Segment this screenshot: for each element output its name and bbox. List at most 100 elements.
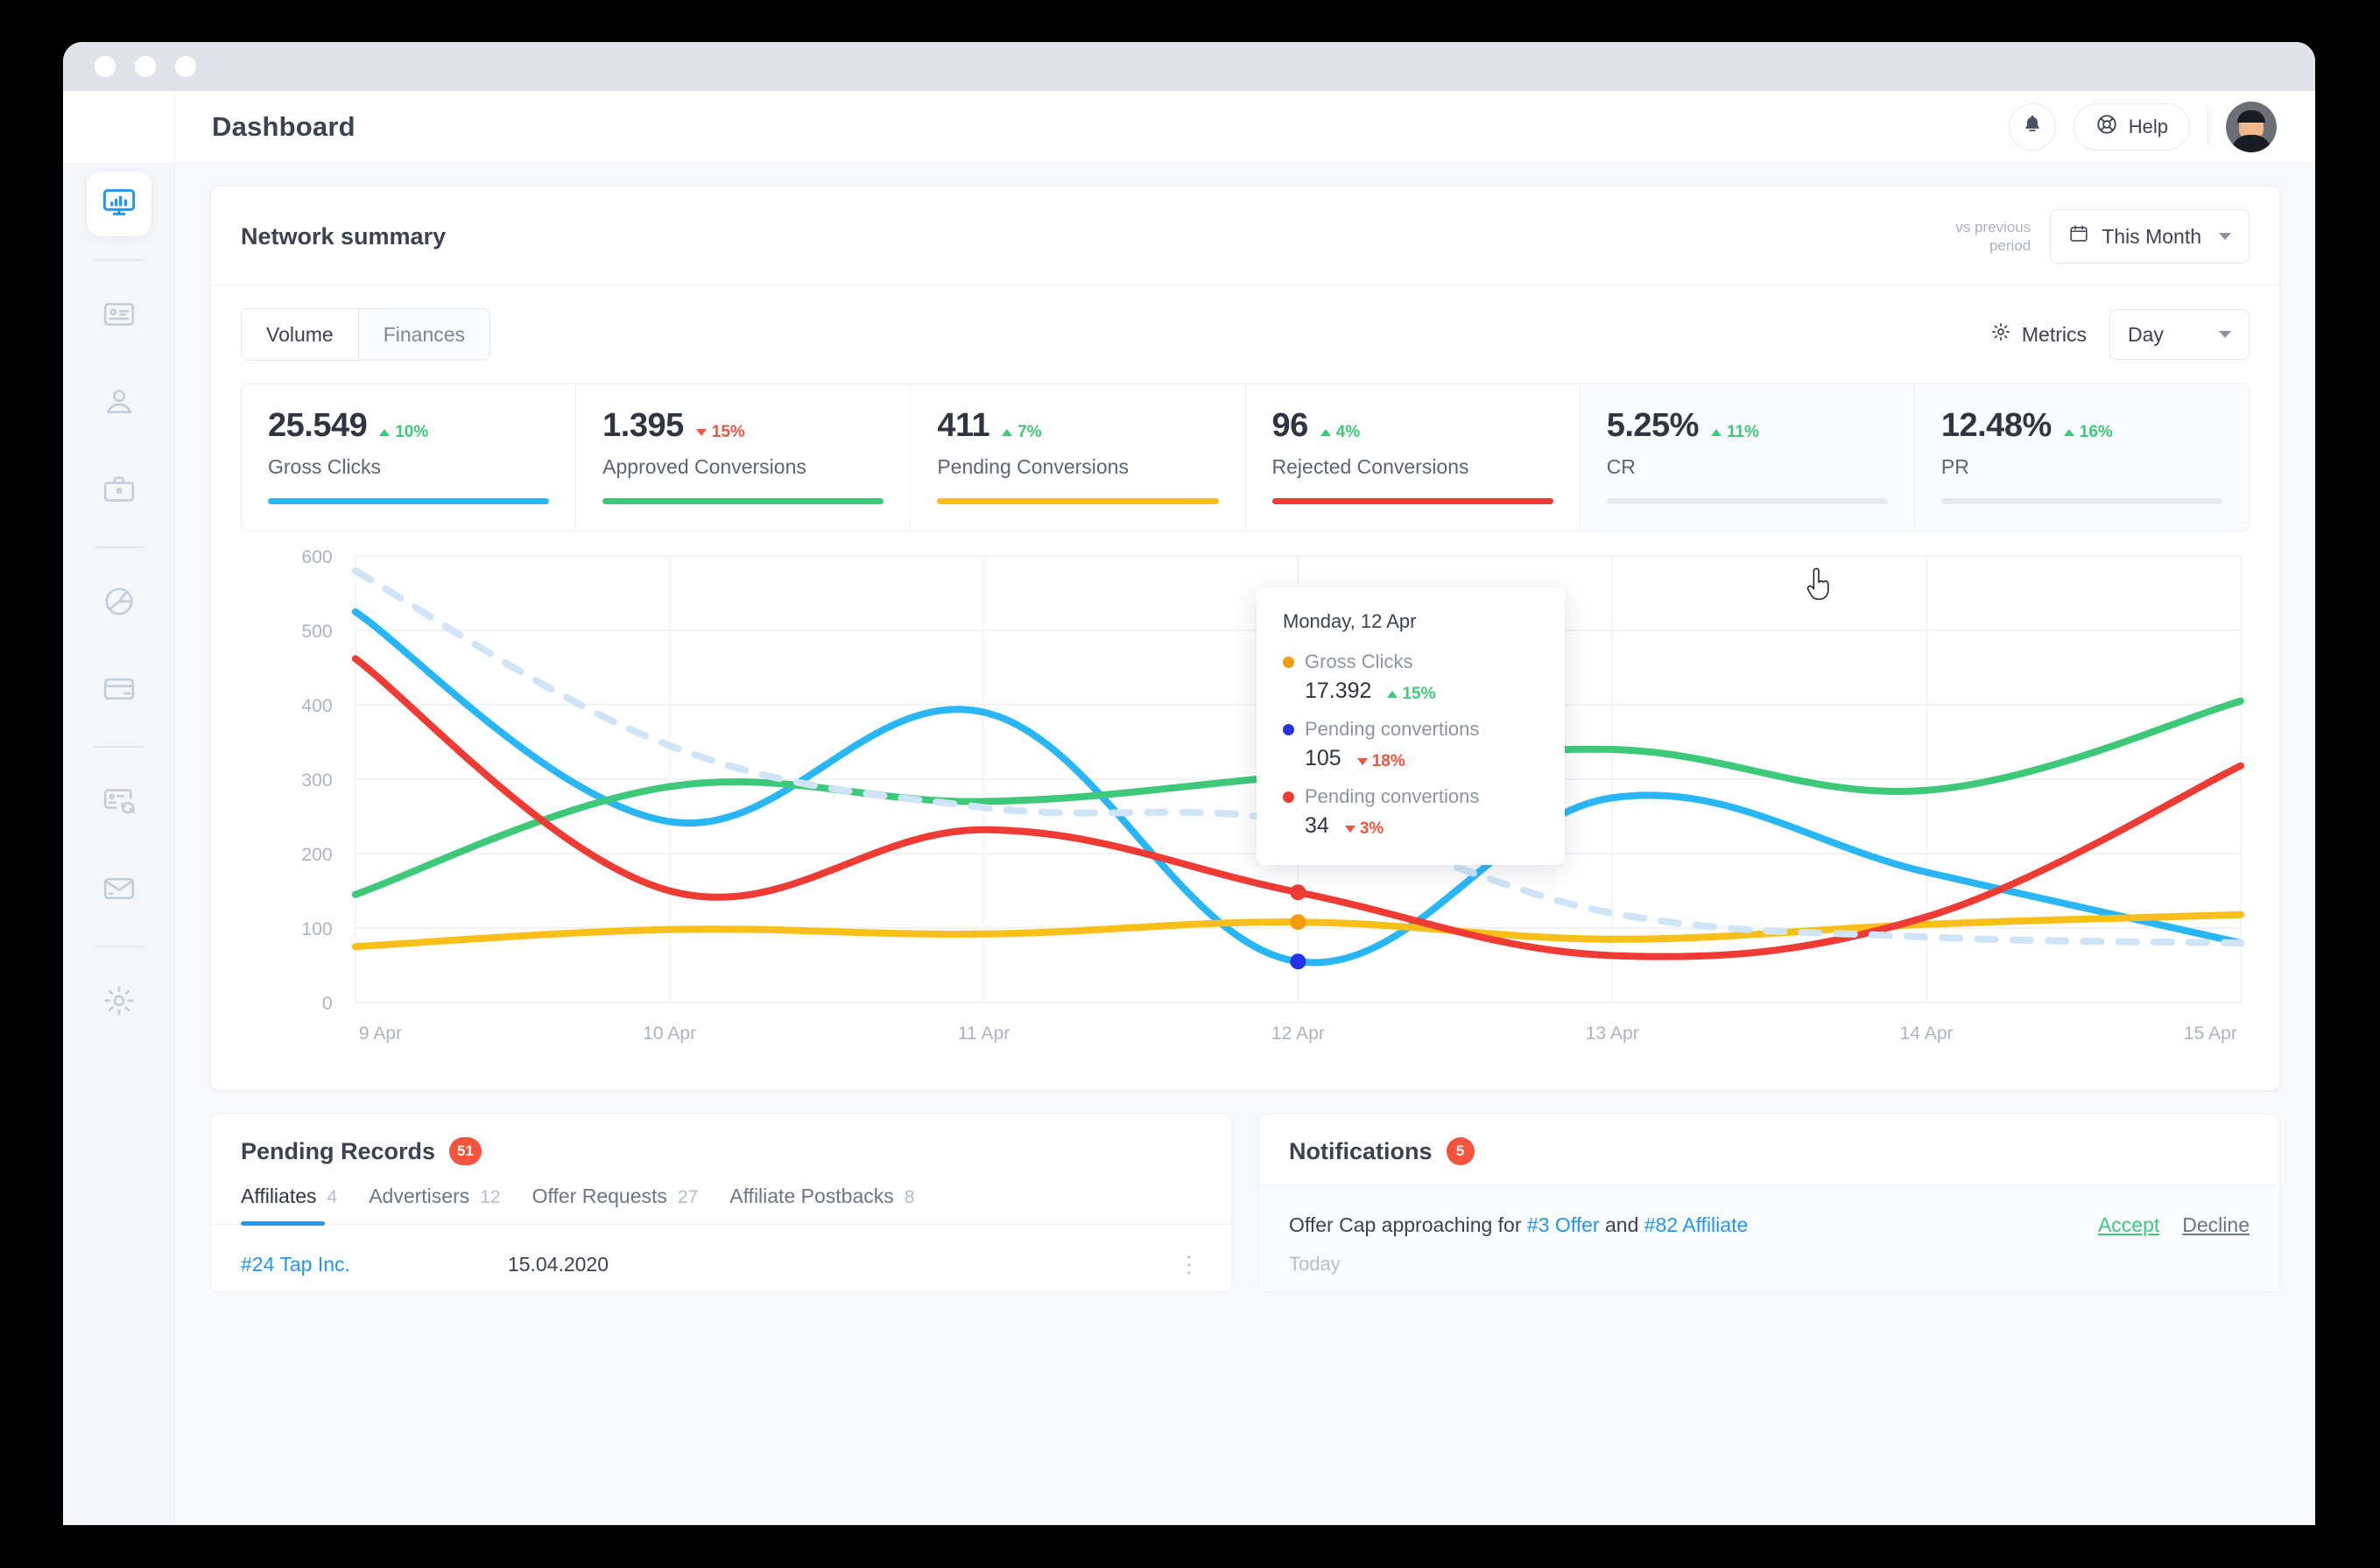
kpi-delta: 4%: [1320, 423, 1360, 442]
tooltip-delta: 15%: [1387, 685, 1436, 704]
table-row[interactable]: #24 Tap Inc. 15.04.2020 ⋮: [211, 1225, 1231, 1278]
app-window: Dashboard Help Network summary vs previo…: [63, 42, 2315, 1525]
kpi-color-bar: [1271, 498, 1553, 504]
id-card-icon: [102, 297, 137, 336]
topbar-actions: Help: [2008, 101, 2277, 152]
dashboard-monitor-icon: [102, 185, 137, 224]
kpi-card-approved-conversions[interactable]: 1.395 15% Approved Conversions: [576, 384, 912, 531]
arrow-down-icon: [1356, 758, 1368, 765]
notifications-badge: 5: [1446, 1137, 1475, 1165]
volume-finances-toggle: Volume Finances: [241, 308, 491, 361]
tab-finances[interactable]: Finances: [357, 309, 490, 360]
series-dot-icon: [1283, 723, 1294, 735]
mail-icon: [102, 871, 137, 911]
svg-text:14 Apr: 14 Apr: [1900, 1023, 1954, 1044]
content-area: Network summary vs previous period This …: [175, 163, 2315, 1525]
tooltip-value: 17.392: [1305, 679, 1372, 703]
network-summary-title: Network summary: [241, 222, 447, 250]
period-select-label: This Month: [2102, 224, 2201, 248]
accept-button[interactable]: Accept: [2098, 1213, 2159, 1237]
network-summary-header-actions: vs previous period This Month: [1955, 209, 2250, 264]
kpi-card-rejected-conversions[interactable]: 96 4% Rejected Conversions: [1246, 384, 1581, 531]
arrow-up-icon: [2063, 429, 2074, 436]
chevron-down-icon: [2219, 233, 2231, 240]
tooltip-row: Gross Clicks 17.392 15%: [1283, 650, 1539, 704]
kebab-menu-icon[interactable]: ⋮: [1178, 1251, 1201, 1278]
tooltip-value: 105: [1305, 746, 1341, 770]
tooltip-series-name: Pending convertions: [1283, 785, 1539, 808]
notification-time: Today: [1289, 1253, 1341, 1275]
affiliate-link[interactable]: #82 Affiliate: [1644, 1213, 1749, 1236]
offer-link[interactable]: #3 Offer: [1527, 1213, 1600, 1236]
sidebar-item-statistics[interactable]: [87, 571, 151, 636]
svg-text:400: 400: [301, 696, 332, 716]
topbar: Dashboard Help: [175, 91, 2315, 163]
notifications-title: Notifications: [1289, 1137, 1433, 1164]
window-minimize-button[interactable]: [135, 56, 156, 77]
series-dot-icon: [1283, 791, 1294, 803]
kpi-delta: 7%: [1002, 423, 1042, 442]
help-button[interactable]: Help: [2073, 102, 2190, 151]
notifications-header: Notifications 5: [1259, 1114, 2279, 1185]
arrow-down-icon: [695, 429, 707, 436]
sidebar-item-id-card[interactable]: [87, 284, 151, 348]
svg-text:600: 600: [301, 547, 332, 567]
kpi-color-bar: [268, 498, 550, 504]
granularity-label: Day: [2128, 322, 2164, 346]
kpi-delta: 11%: [1710, 423, 1759, 442]
sidebar-item-advertisers[interactable]: [87, 459, 151, 524]
record-name-link[interactable]: #24 Tap Inc.: [241, 1253, 350, 1276]
vs-previous-period-label: vs previous period: [1955, 218, 2031, 254]
kpi-color-bar: [937, 498, 1219, 504]
svg-text:13 Apr: 13 Apr: [1586, 1023, 1639, 1044]
sidebar-divider: [93, 259, 144, 261]
metrics-button[interactable]: Metrics: [1990, 321, 2087, 348]
kpi-color-bar: [1940, 498, 2223, 504]
sidebar-item-settings[interactable]: [87, 970, 151, 1035]
sidebar-item-mail[interactable]: [87, 858, 151, 923]
chevron-down-icon: [2219, 331, 2231, 338]
sidebar-item-billing[interactable]: [87, 658, 151, 723]
window-close-button[interactable]: [95, 56, 116, 77]
network-summary-header: Network summary vs previous period This …: [211, 186, 2279, 285]
tab-volume[interactable]: Volume: [242, 309, 358, 360]
period-select[interactable]: This Month: [2050, 209, 2250, 264]
kpi-card-gross-clicks[interactable]: 25.549 10% Gross Clicks: [242, 384, 577, 531]
list-item: Offer Cap approaching for #3 Offer and #…: [1259, 1185, 2279, 1237]
page-title: Dashboard: [212, 110, 356, 142]
decline-button[interactable]: Decline: [2182, 1213, 2250, 1237]
tab-advertisers[interactable]: Advertisers 12: [369, 1185, 500, 1224]
kpi-card-pending-conversions[interactable]: 411 7% Pending Conversions: [911, 384, 1246, 531]
tab-affiliate-postbacks[interactable]: Affiliate Postbacks 8: [729, 1185, 914, 1224]
sidebar-divider: [93, 746, 144, 748]
record-date: 15.04.2020: [507, 1253, 609, 1276]
kpi-value: 96: [1271, 407, 1309, 444]
gear-icon: [1990, 321, 2011, 348]
app-body: Dashboard Help Network summary vs previo…: [63, 91, 2315, 1525]
svg-text:10 Apr: 10 Apr: [643, 1023, 696, 1044]
network-summary-chart[interactable]: 0 100 200 300 400 500 600 9 Apr 10 Apr 11 Apr 12 A…: [241, 547, 2250, 1064]
chart-svg: 0 100 200 300 400 500 600 9 Apr 10 Apr 11 Apr 12 A…: [301, 547, 2244, 1044]
granularity-select[interactable]: Day: [2109, 309, 2250, 360]
kpi-delta: 10%: [379, 423, 428, 442]
tooltip-series-name: Pending convertions: [1283, 718, 1539, 741]
kpi-card-cr[interactable]: 5.25% 11% CR: [1580, 384, 1915, 531]
avatar[interactable]: [2226, 101, 2277, 152]
kpi-value: 1.395: [602, 407, 684, 444]
kpi-label: CR: [1606, 455, 1636, 478]
tab-offer-requests[interactable]: Offer Requests 27: [532, 1185, 699, 1224]
arrow-down-icon: [1344, 826, 1355, 833]
kpi-label: Pending Conversions: [937, 455, 1129, 478]
topbar-divider: [2207, 108, 2208, 145]
sidebar-item-postbacks[interactable]: [87, 770, 151, 835]
sidebar-item-affiliates[interactable]: [87, 371, 151, 436]
tooltip-date: Monday, 12 Apr: [1283, 610, 1417, 632]
tab-affiliates[interactable]: Affiliates 4: [241, 1185, 337, 1226]
window-titlebar: [63, 42, 2315, 91]
notifications-button[interactable]: [2008, 102, 2056, 151]
window-maximize-button[interactable]: [175, 56, 196, 77]
svg-text:200: 200: [301, 845, 332, 865]
sidebar-item-dashboard[interactable]: [86, 172, 151, 236]
kpi-card-pr[interactable]: 12.48% 16% PR: [1914, 384, 2249, 531]
credit-card-icon: [102, 671, 137, 711]
